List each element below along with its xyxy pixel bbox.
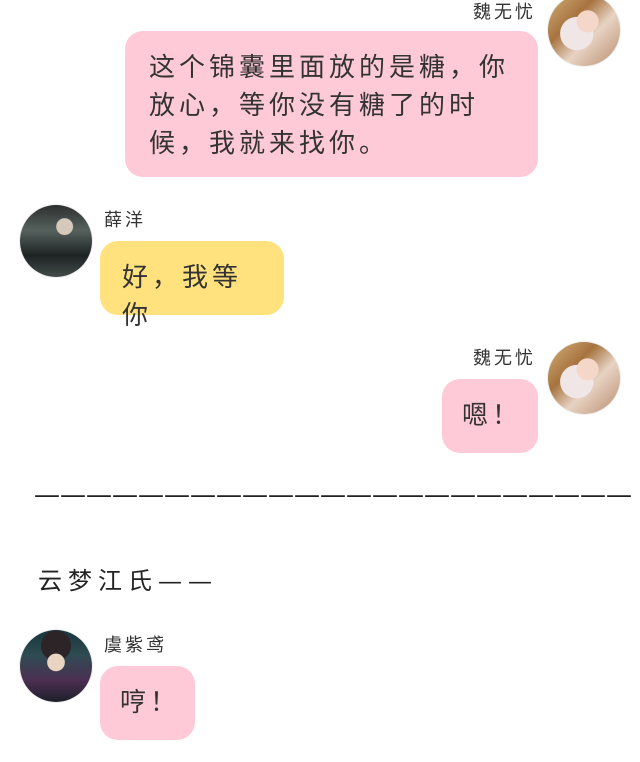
avatar-wei-wuyou-2[interactable] [548,342,620,414]
section-title-yunmeng-jiang: 云梦江氏—— [38,567,218,595]
message-text-4: 哼！ [120,688,181,718]
message-bubble-4[interactable]: 哼！ [100,666,195,740]
message-text-1: 这个锦囊里面放的是糖，你放心，等你没有糖了的时候，我就来找你。 [149,53,510,159]
message-text-3: 嗯！ [462,401,523,431]
message-text-2: 好，我等你 [122,263,243,331]
message-bubble-1[interactable]: 这个锦囊里面放的是糖，你放心，等你没有糖了的时候，我就来找你。 [125,31,538,177]
sender-name-wei-wuyou-2: 魏无忧 [473,348,536,369]
message-bubble-3[interactable]: 嗯！ [442,379,538,453]
sender-name-xue-yang: 薛洋 [104,210,146,231]
avatar-xue-yang[interactable] [20,205,92,277]
avatar-yu-ziyuan[interactable] [20,630,92,702]
separator-line: ——————————————————————— [34,480,632,510]
avatar-wei-wuyou-1[interactable] [548,0,620,66]
sender-name-wei-wuyou-1: 魏无忧 [473,2,536,23]
message-bubble-2[interactable]: 好，我等你 [100,241,284,331]
sender-name-yu-ziyuan: 虞紫鸢 [104,635,167,656]
